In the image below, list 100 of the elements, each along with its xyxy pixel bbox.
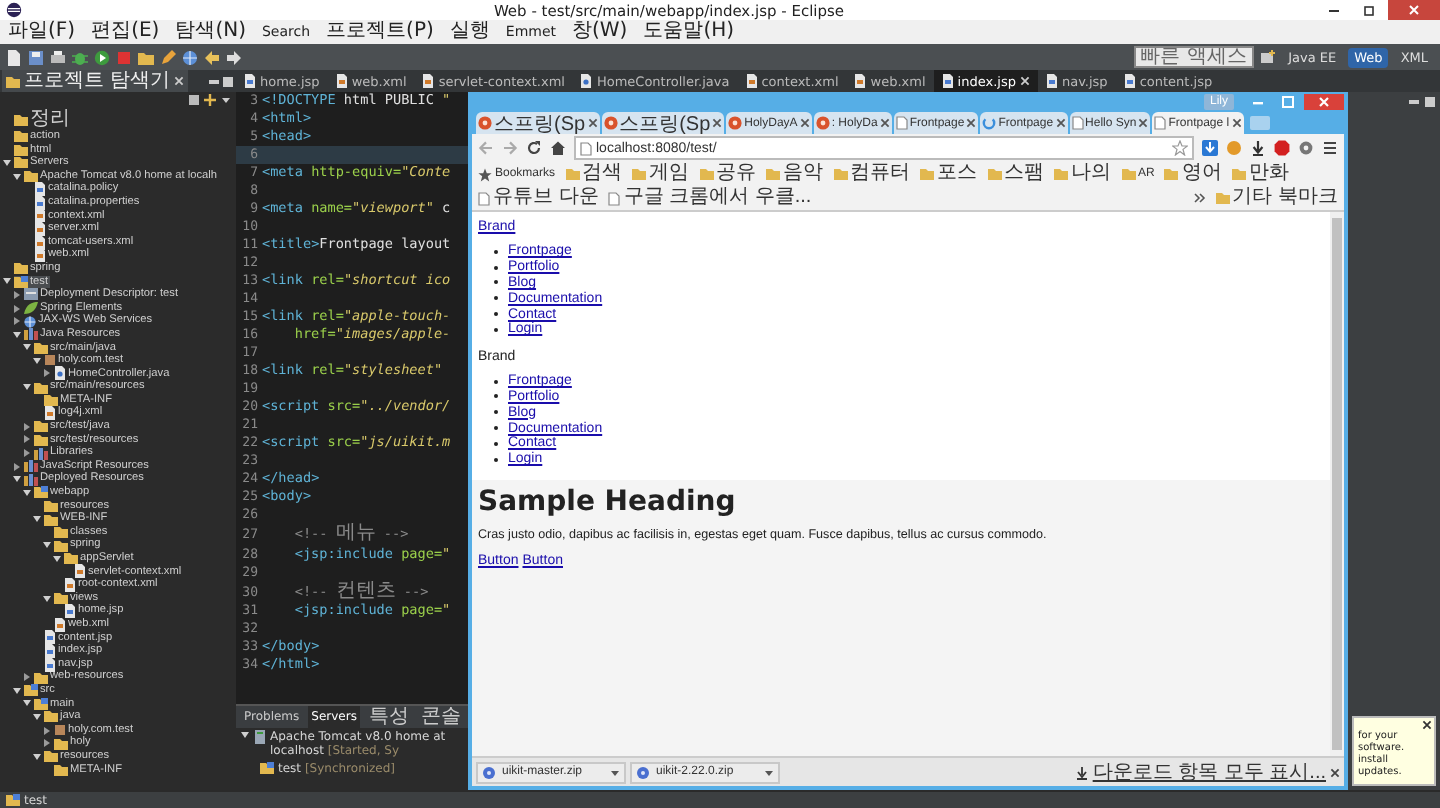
page-icon [608, 191, 621, 205]
document-icon [24, 288, 38, 301]
home-icon[interactable] [550, 140, 566, 156]
bookmark[interactable]: 게임 [632, 162, 690, 186]
settings-icon[interactable] [1298, 140, 1314, 156]
bookmark[interactable]: 유튜브 다운 [478, 186, 599, 210]
close-button[interactable] [1304, 93, 1344, 109]
tree-item[interactable]: 정리 [14, 108, 72, 130]
browser-tab[interactable]: 스프링(Sp [476, 112, 600, 134]
minimize-icon[interactable] [1408, 96, 1420, 108]
run-icon[interactable] [94, 49, 110, 65]
bookmark[interactable]: 구글 크롬에서 우클... [608, 186, 812, 210]
bookmark[interactable]: 공유 [699, 162, 757, 186]
close-icon[interactable] [712, 118, 723, 128]
menu-item[interactable]: 편집(E) [91, 20, 160, 44]
close-icon[interactable] [1055, 118, 1066, 128]
collapse-arrow-icon[interactable] [240, 730, 250, 740]
file-icon [335, 74, 348, 88]
link-icon[interactable] [204, 94, 216, 106]
expand-arrow-icon[interactable] [42, 368, 52, 379]
bookmark[interactable]: 음악 [766, 162, 824, 186]
folder-icon [54, 592, 68, 605]
reload-icon[interactable] [526, 140, 542, 156]
pencil-icon[interactable] [160, 49, 176, 65]
bookmark[interactable]: 스팸 [987, 162, 1045, 186]
menu-item[interactable]: 실행 [449, 20, 490, 44]
show-all-downloads-link[interactable]: 다운로드 항목 모두 표시... [1076, 758, 1326, 786]
close-icon[interactable] [1422, 720, 1432, 730]
file-icon [1123, 74, 1136, 88]
collapse-arrow-icon[interactable] [32, 751, 42, 762]
view-tab[interactable]: 특성 [364, 706, 413, 728]
bookmark[interactable]: 기타 북마크 [1215, 186, 1338, 210]
bookmark[interactable]: 포스 [920, 162, 978, 186]
folder-icon [6, 75, 20, 87]
server-icon [254, 730, 266, 744]
globe-icon[interactable] [182, 49, 198, 65]
close-icon[interactable] [1330, 767, 1340, 777]
arrow-left-icon[interactable] [204, 49, 220, 65]
page-icon [478, 191, 490, 205]
page-icon [580, 141, 592, 155]
chevron-icon[interactable] [1193, 192, 1206, 204]
download-icon[interactable] [1202, 140, 1218, 156]
file-icon [941, 74, 954, 88]
file-icon [244, 74, 256, 88]
menu-item[interactable]: 창(W) [572, 20, 628, 44]
bookmark[interactable]: 만화 [1231, 162, 1289, 186]
browser-tab[interactable]: 스프링(Sp [601, 112, 725, 134]
menu-icon[interactable] [1322, 140, 1338, 156]
bug-icon[interactable] [72, 49, 88, 65]
close-icon[interactable] [1231, 118, 1242, 128]
close-icon [1318, 95, 1330, 107]
folder-icon [920, 168, 935, 180]
folder-icon [34, 341, 48, 354]
expand-arrow-icon[interactable] [22, 672, 32, 683]
close-icon[interactable] [587, 118, 598, 128]
folder-icon [1164, 168, 1179, 180]
file-icon [854, 74, 867, 88]
folder-icon [1054, 168, 1069, 180]
close-icon[interactable] [879, 118, 890, 128]
new-file-icon[interactable] [6, 49, 22, 65]
collapse-arrow-icon[interactable] [42, 593, 52, 604]
collapse-arrow-icon[interactable] [2, 276, 12, 287]
bookmark[interactable]: 검색 [565, 162, 623, 186]
menu-item[interactable]: 파일(F) [8, 20, 76, 44]
folder-icon[interactable] [138, 49, 154, 65]
site-icon [478, 116, 492, 130]
close-icon[interactable] [1138, 118, 1149, 128]
folder-icon [565, 168, 580, 180]
download-arrow-icon[interactable] [1250, 140, 1266, 156]
bookmark[interactable]: 컴퓨터 [833, 162, 911, 186]
collapse-arrow-icon[interactable] [22, 382, 32, 393]
view-tab[interactable]: 프로젝트 탐색기 [2, 70, 189, 92]
bookmark[interactable]: 영어 [1164, 162, 1222, 186]
minimize-icon[interactable] [208, 75, 220, 87]
open-perspective-icon[interactable] [1260, 49, 1277, 65]
view-tab[interactable]: 콘솔 [416, 706, 465, 728]
save-icon[interactable] [28, 49, 44, 65]
collapse-arrow-icon[interactable] [32, 514, 42, 525]
star-icon[interactable] [1172, 140, 1188, 156]
folder-icon [699, 168, 714, 180]
scrollbar[interactable] [1330, 212, 1344, 756]
stop-sign-icon[interactable] [1274, 140, 1290, 156]
file-icon [44, 406, 56, 421]
close-button[interactable] [1388, 0, 1440, 20]
library-icon [24, 328, 38, 341]
close-icon[interactable] [966, 118, 977, 128]
menu-item[interactable]: 프로젝트(P) [326, 20, 434, 44]
loading-icon [982, 116, 997, 130]
leaf-icon [24, 302, 38, 315]
print-icon[interactable] [50, 49, 66, 65]
close-icon[interactable] [799, 118, 810, 128]
menu-item[interactable]: 탐색(N) [175, 20, 246, 44]
folder-icon [766, 168, 781, 180]
menu-item[interactable]: 도움말(H) [643, 20, 735, 44]
globe-icon [24, 315, 36, 328]
maximize-icon[interactable] [222, 75, 234, 87]
maximize-icon[interactable] [1424, 96, 1436, 108]
bookmark[interactable]: 나의 [1054, 162, 1112, 186]
collapse-all-icon[interactable] [188, 94, 200, 106]
arrow-right-icon[interactable] [226, 49, 242, 65]
